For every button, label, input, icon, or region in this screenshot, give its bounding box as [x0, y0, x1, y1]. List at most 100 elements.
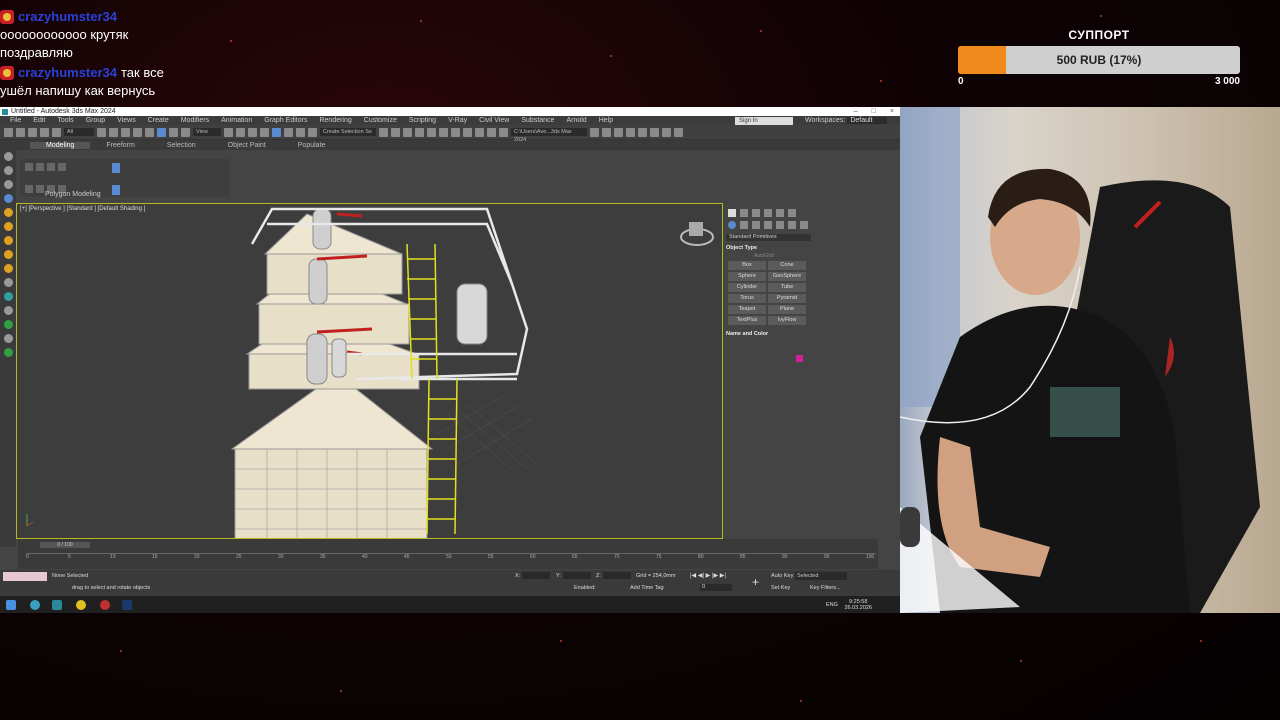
- workspaces-value[interactable]: Default: [847, 117, 887, 124]
- edit-named-selection-icon[interactable]: [308, 127, 317, 137]
- y-field[interactable]: [563, 572, 591, 579]
- tool-icon[interactable]: [3, 334, 13, 343]
- add-key-icon[interactable]: +: [752, 575, 759, 589]
- add-time-tag[interactable]: Add Time Tag: [630, 585, 664, 591]
- create-tube-button[interactable]: Tube: [768, 283, 806, 292]
- windows-start-icon[interactable]: [6, 600, 16, 610]
- undo-icon[interactable]: [4, 127, 13, 137]
- ribbon-tab-freeform[interactable]: Freeform: [90, 142, 150, 149]
- tool-icon[interactable]: [3, 166, 13, 175]
- chrome-icon[interactable]: [76, 600, 86, 610]
- tool-icon[interactable]: [3, 236, 13, 245]
- z-field[interactable]: [603, 572, 631, 579]
- arnold-icon[interactable]: [638, 127, 647, 137]
- keyboard-shortcut-icon[interactable]: [248, 127, 257, 137]
- render-setup-icon[interactable]: [475, 127, 484, 137]
- create-pyramid-button[interactable]: Pyramid: [768, 294, 806, 303]
- layer-explorer-icon[interactable]: [415, 127, 424, 137]
- ribbon-toggle-icon[interactable]: [427, 127, 436, 137]
- menu-graph-editors[interactable]: Graph Editors: [258, 117, 313, 124]
- menu-substance[interactable]: Substance: [515, 117, 560, 124]
- tool-icon[interactable]: [3, 194, 13, 203]
- autogrid-checkbox[interactable]: AutoGrid: [754, 253, 900, 259]
- angle-snap-icon[interactable]: [272, 127, 281, 137]
- align-icon[interactable]: [391, 127, 400, 137]
- select-manipulate-icon[interactable]: [236, 127, 245, 137]
- create-ivyflow-button[interactable]: IvyFlow: [768, 316, 806, 325]
- help-icon[interactable]: [674, 127, 683, 137]
- ribbon-tab-populate[interactable]: Populate: [282, 142, 342, 149]
- tool-icon[interactable]: [3, 250, 13, 259]
- menu-create[interactable]: Create: [142, 117, 175, 124]
- object-type-header[interactable]: Object Type: [726, 245, 898, 251]
- create-tab-icon[interactable]: [728, 209, 736, 217]
- spacewarps-icon[interactable]: [788, 221, 796, 229]
- create-sphere-button[interactable]: Sphere: [728, 272, 766, 281]
- tool-icon[interactable]: [3, 306, 13, 315]
- menu-edit[interactable]: Edit: [27, 117, 51, 124]
- project-path-field[interactable]: C:\Users\Ave...3ds Max 2024: [511, 128, 587, 143]
- menu-animation[interactable]: Animation: [215, 117, 258, 124]
- geometry-icon[interactable]: [728, 221, 736, 229]
- menu-views[interactable]: Views: [111, 117, 142, 124]
- auto-key-button[interactable]: Auto Key: [771, 573, 793, 579]
- menu-file[interactable]: File: [4, 117, 27, 124]
- edge-icon[interactable]: [30, 600, 40, 610]
- key-filters-button[interactable]: Key Filters...: [810, 585, 841, 591]
- menu-modifiers[interactable]: Modifiers: [175, 117, 215, 124]
- rendered-frame-icon[interactable]: [487, 127, 496, 137]
- viewcube-icon[interactable]: [680, 222, 714, 246]
- cameras-icon[interactable]: [764, 221, 772, 229]
- named-selection-dropdown[interactable]: Create Selection Se: [320, 128, 376, 136]
- cloud-icon[interactable]: [662, 127, 671, 137]
- curve-editor-icon[interactable]: [439, 127, 448, 137]
- window-crossing-icon[interactable]: [133, 127, 142, 137]
- ribbon-tab-modeling[interactable]: Modeling: [30, 141, 91, 149]
- menu-rendering[interactable]: Rendering: [313, 117, 357, 124]
- percent-snap-icon[interactable]: [284, 127, 293, 137]
- material-editor-icon[interactable]: [463, 127, 472, 137]
- menu-civil-view[interactable]: Civil View: [473, 117, 515, 124]
- lights-icon[interactable]: [752, 221, 760, 229]
- create-teapot-button[interactable]: Teapot: [728, 305, 766, 314]
- primitive-type-dropdown[interactable]: Standard Primitives: [726, 234, 811, 241]
- systems-icon[interactable]: [800, 221, 808, 229]
- move-icon[interactable]: [145, 127, 154, 137]
- timeline[interactable]: 0 / 100 0 5 10 15 20 25 30 35 40 45 50 55 60 65 70 75 80…: [18, 539, 878, 569]
- unlink-icon[interactable]: [40, 127, 49, 137]
- menu-group[interactable]: Group: [80, 117, 111, 124]
- render-icon[interactable]: [499, 127, 508, 137]
- tool-icon[interactable]: [3, 222, 13, 231]
- utilities-tab-icon[interactable]: [788, 209, 796, 217]
- rect-select-icon[interactable]: [121, 127, 130, 137]
- shapes-icon[interactable]: [740, 221, 748, 229]
- create-box-button[interactable]: Box: [728, 261, 766, 270]
- create-textplus-button[interactable]: TextPlus: [728, 316, 766, 325]
- key-selection-dropdown[interactable]: Selected: [795, 572, 847, 580]
- viewport-label[interactable]: [+] [Perspective ] [Standard ] [Default …: [20, 206, 145, 212]
- minimize-icon[interactable]: –: [854, 108, 858, 115]
- create-cylinder-button[interactable]: Cylinder: [728, 283, 766, 292]
- object-color-swatch[interactable]: [796, 355, 803, 362]
- language-indicator[interactable]: ENG: [826, 602, 838, 608]
- spinner-snap-icon[interactable]: [296, 127, 305, 137]
- tool-icon[interactable]: [3, 208, 13, 217]
- sign-in-button[interactable]: Sign In: [735, 117, 793, 125]
- clock[interactable]: 9:25:58 26.03.2026: [844, 599, 872, 611]
- photoshop-icon[interactable]: [122, 600, 132, 610]
- enabled-toggle[interactable]: Enabled:: [574, 585, 596, 591]
- open-icon[interactable]: [602, 127, 611, 137]
- tool-icon[interactable]: [3, 348, 13, 357]
- create-plane-button[interactable]: Plane: [768, 305, 806, 314]
- create-geosphere-button[interactable]: GeoSphere: [768, 272, 806, 281]
- scale-icon[interactable]: [169, 127, 178, 137]
- pivot-icon[interactable]: [224, 127, 233, 137]
- tool-icon[interactable]: [3, 180, 13, 189]
- ribbon-label[interactable]: Polygon Modeling: [45, 191, 101, 198]
- vray-icon[interactable]: [650, 127, 659, 137]
- project-folder-icon[interactable]: [590, 127, 599, 137]
- redo-icon[interactable]: [16, 127, 25, 137]
- tool-icon[interactable]: [3, 264, 13, 273]
- 3dsmax-icon[interactable]: [52, 600, 62, 610]
- selection-filter-dropdown[interactable]: All: [64, 128, 94, 136]
